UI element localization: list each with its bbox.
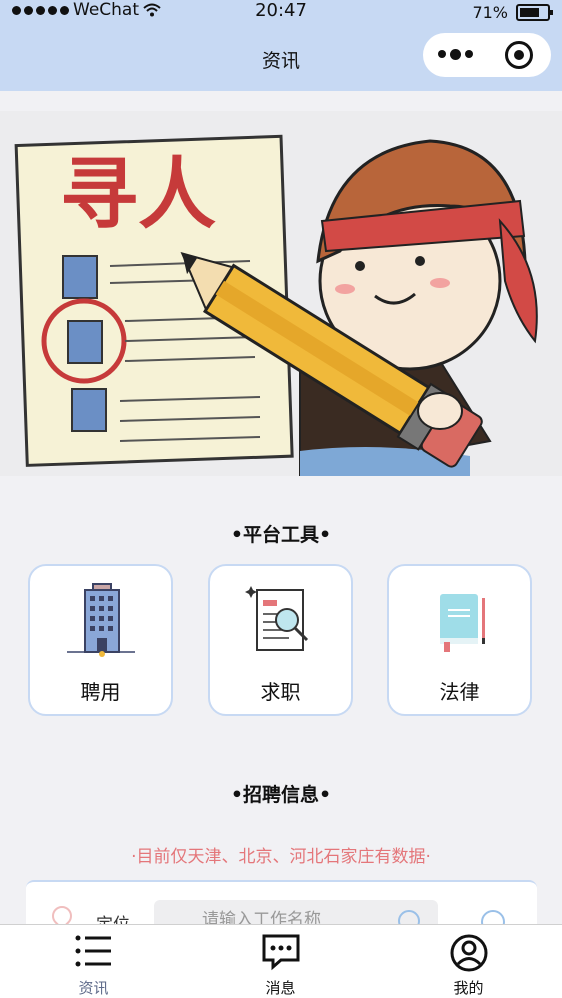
tool-card-law[interactable]: 法律	[387, 564, 532, 716]
tab-news[interactable]: 资讯	[0, 925, 187, 998]
more-icon[interactable]	[423, 49, 487, 60]
close-target-icon[interactable]	[487, 41, 551, 69]
tab-bar: 资讯 消息 我的	[0, 924, 562, 998]
top-bar: WeChat 20:47 71% 资讯	[0, 0, 562, 91]
mini-program-capsule	[423, 33, 551, 77]
banner-illustration: 寻人	[0, 111, 562, 476]
tool-label-job-search: 求职	[260, 680, 301, 704]
tab-label-messages: 消息	[265, 979, 296, 997]
tab-label-news: 资讯	[78, 979, 109, 997]
resume-search-icon	[210, 580, 351, 660]
message-icon	[187, 933, 374, 973]
tab-label-profile: 我的	[453, 979, 484, 997]
tab-messages[interactable]: 消息	[187, 925, 374, 998]
tool-card-hire[interactable]: 聘用	[28, 564, 173, 716]
data-coverage-notice: ·目前仅天津、北京、河北石家庄有数据·	[131, 847, 431, 867]
battery-icon	[516, 4, 553, 21]
user-icon	[375, 933, 562, 973]
office-building-icon	[30, 580, 171, 660]
tool-card-job-search[interactable]: 求职	[208, 564, 353, 716]
tools-grid: 聘用 求职 法律	[28, 564, 535, 720]
recruit-section-title: •招聘信息•	[230, 784, 332, 806]
battery-status: 71%	[472, 3, 553, 22]
banner-sign-text: 寻人	[60, 150, 216, 240]
battery-percent: 71%	[472, 3, 508, 22]
banner-image[interactable]: 寻人	[0, 111, 562, 476]
status-bar: WeChat 20:47 71%	[0, 0, 562, 24]
tab-profile[interactable]: 我的	[375, 925, 562, 998]
tools-section-title: •平台工具•	[230, 524, 332, 546]
list-icon	[0, 933, 187, 973]
tool-label-law: 法律	[439, 680, 480, 704]
law-book-icon	[389, 580, 530, 660]
tool-label-hire: 聘用	[80, 680, 121, 704]
